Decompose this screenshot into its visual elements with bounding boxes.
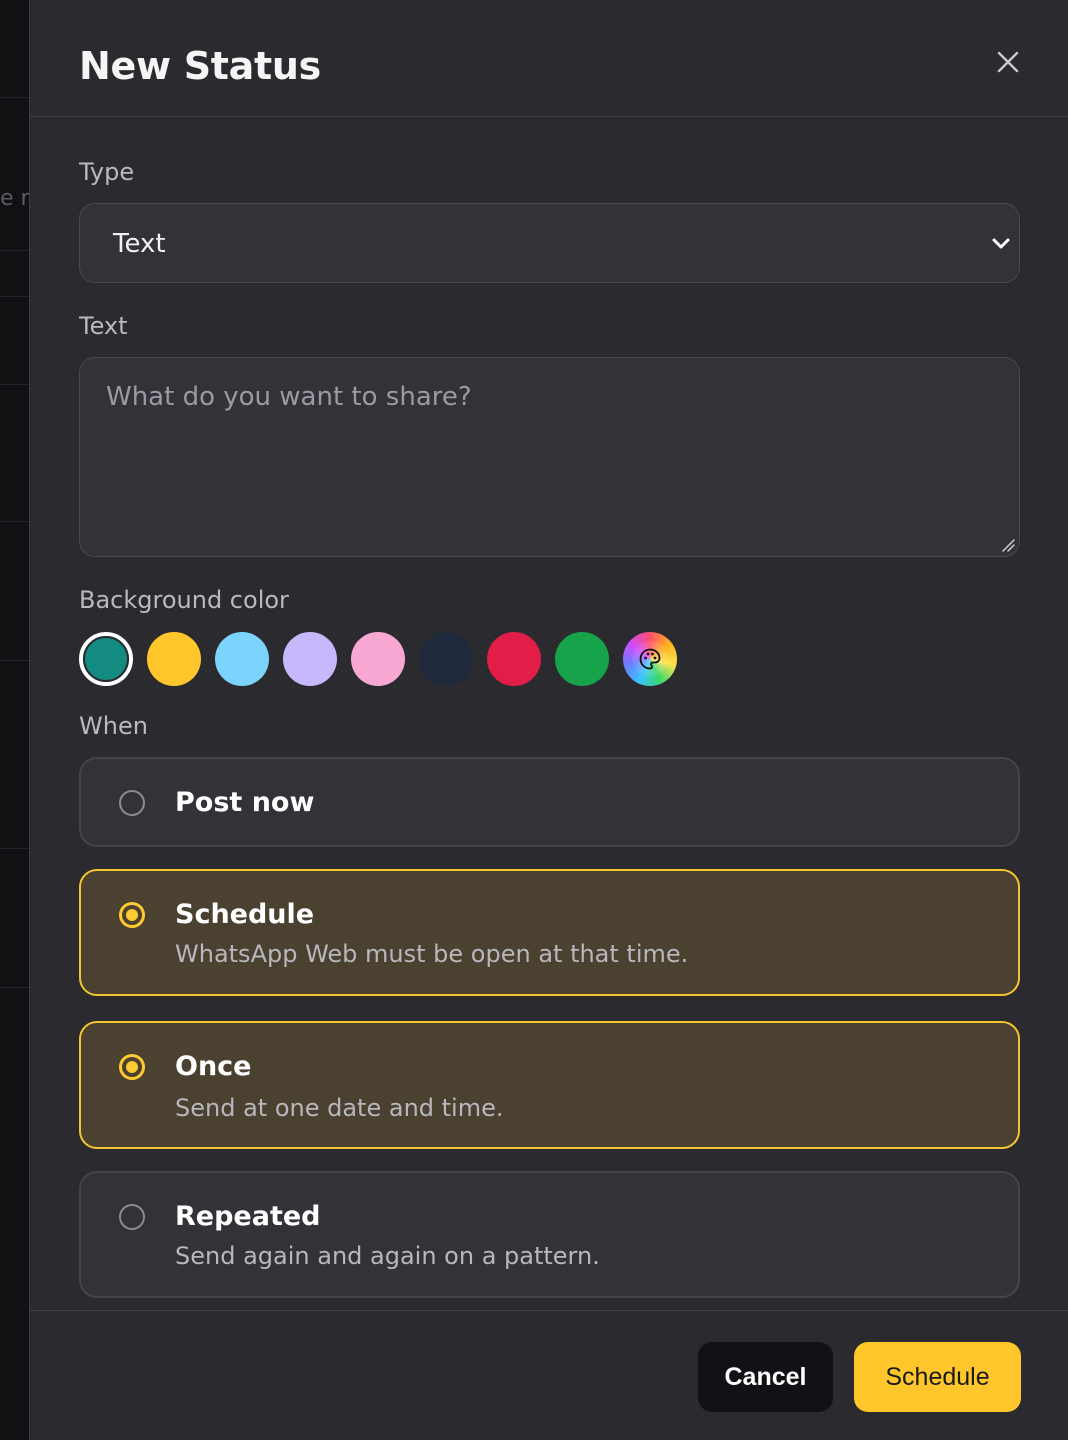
swatch-yellow[interactable] <box>147 632 201 686</box>
new-status-dialog: New Status Type Text Text What do you wa… <box>29 0 1068 1440</box>
schedule-button[interactable]: Schedule <box>854 1342 1021 1412</box>
option-once[interactable]: Once Send at one date and time. <box>79 1021 1020 1149</box>
background-divider <box>0 848 29 849</box>
close-icon <box>997 51 1019 73</box>
swatch-light-blue[interactable] <box>215 632 269 686</box>
swatch-green[interactable] <box>555 632 609 686</box>
radio-schedule[interactable] <box>119 902 145 928</box>
radio-post-now[interactable] <box>119 790 145 816</box>
swatch-custom-color[interactable] <box>623 632 677 686</box>
status-text-input[interactable]: What do you want to share? <box>79 357 1020 557</box>
swatch-teal[interactable] <box>79 632 133 686</box>
text-label: Text <box>79 312 128 340</box>
background-divider <box>0 521 29 522</box>
option-post-now[interactable]: Post now <box>79 757 1020 847</box>
background-divider <box>0 987 29 988</box>
background-color-label: Background color <box>79 586 289 614</box>
background-divider <box>0 660 29 661</box>
type-label: Type <box>79 158 135 186</box>
option-repeated[interactable]: Repeated Send again and again on a patte… <box>79 1171 1020 1298</box>
background-divider <box>0 384 29 385</box>
option-title: Once <box>175 1051 252 1082</box>
type-select[interactable]: Text <box>79 203 1020 283</box>
palette-icon <box>639 648 661 670</box>
dialog-title: New Status <box>79 44 321 88</box>
dialog-header: New Status <box>30 0 1068 117</box>
radio-repeated[interactable] <box>119 1204 145 1230</box>
background-divider <box>0 296 29 297</box>
swatch-lavender[interactable] <box>283 632 337 686</box>
type-select-value: Text <box>113 229 166 259</box>
option-title: Schedule <box>175 899 315 930</box>
swatch-red[interactable] <box>487 632 541 686</box>
dialog-footer: Cancel Schedule <box>30 1310 1068 1440</box>
background-app: e r <box>0 0 29 1440</box>
status-text-placeholder: What do you want to share? <box>106 382 472 412</box>
background-divider <box>0 97 29 98</box>
option-title: Post now <box>175 787 315 818</box>
background-divider <box>0 250 29 251</box>
chevron-down-icon <box>992 238 1010 249</box>
option-title: Repeated <box>175 1201 321 1232</box>
background-text-fragment: e r <box>0 186 29 211</box>
option-schedule[interactable]: Schedule WhatsApp Web must be open at th… <box>79 869 1020 996</box>
swatch-pink[interactable] <box>351 632 405 686</box>
resize-handle-icon[interactable] <box>1001 538 1015 552</box>
when-label: When <box>79 712 148 740</box>
option-subtitle: WhatsApp Web must be open at that time. <box>175 940 689 968</box>
cancel-button[interactable]: Cancel <box>698 1342 833 1412</box>
close-button[interactable] <box>992 46 1024 78</box>
swatch-navy[interactable] <box>419 632 473 686</box>
option-subtitle: Send again and again on a pattern. <box>175 1242 600 1270</box>
option-subtitle: Send at one date and time. <box>175 1094 504 1122</box>
swatch-custom-inner <box>632 641 668 677</box>
radio-once[interactable] <box>119 1054 145 1080</box>
